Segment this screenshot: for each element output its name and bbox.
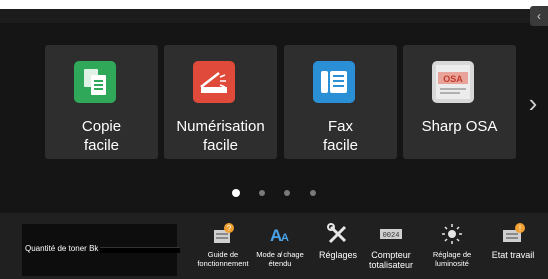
toner-color-code: Bk	[89, 244, 99, 253]
display-mode-button[interactable]: A A Mode a̸ chage étendu	[252, 218, 308, 278]
display-mode-icon: A A	[268, 222, 292, 251]
toner-panel: Quantité de toner Bk	[22, 224, 180, 276]
dock-label: Guide de fonctionnement	[197, 250, 249, 268]
svg-text:A: A	[281, 232, 289, 244]
settings-button[interactable]: Réglages	[314, 218, 362, 278]
dock-label: Réglage de luminosité	[432, 250, 472, 268]
svg-text:OSA: OSA	[443, 74, 463, 84]
copy-icon	[74, 61, 116, 103]
dock-label: Réglages	[318, 250, 358, 260]
scan-icon	[193, 61, 235, 103]
dock-label: Compteur totalisateur	[368, 250, 414, 270]
app-label: Sharp OSA	[421, 118, 498, 135]
app-tile-copie-facile[interactable]: Copie facile	[45, 45, 158, 159]
toner-label: Quantité de toner Bk	[25, 244, 99, 253]
brightness-icon	[440, 222, 464, 251]
dock-label: Mode a̸ chage étendu	[256, 250, 304, 268]
top-edge	[0, 0, 548, 9]
status-bar	[0, 9, 548, 23]
next-page-arrow-icon[interactable]: ›	[524, 88, 542, 118]
job-status-icon: !	[500, 222, 526, 251]
app-tile-numerisation-facile[interactable]: Numérisation facile	[164, 45, 277, 159]
counter-button[interactable]: 0024 Compteur totalisateur	[364, 218, 418, 278]
app-label: Fax facile	[322, 118, 359, 154]
counter-icon: 0024	[378, 222, 404, 251]
toner-level-bar	[100, 247, 180, 253]
app-label: Numérisation facile	[176, 118, 265, 154]
fax-icon	[313, 61, 355, 103]
osa-icon: OSA	[432, 61, 474, 103]
settings-icon	[326, 222, 350, 251]
menu-expand-icon[interactable]: ‹	[530, 6, 548, 26]
app-label: Copie facile	[81, 118, 122, 154]
svg-text:0024: 0024	[383, 232, 400, 240]
guide-icon: ?	[211, 222, 235, 251]
page-dot[interactable]	[284, 190, 290, 196]
brightness-button[interactable]: Réglage de luminosité	[424, 218, 480, 278]
page-dot[interactable]	[259, 190, 265, 196]
svg-text:?: ?	[227, 224, 232, 233]
guide-button[interactable]: ? Guide de fonctionnement	[190, 218, 256, 278]
home-screen: 10:15 ‹ Copie facile Numérisation facile	[0, 0, 548, 279]
svg-text:!: !	[519, 224, 521, 233]
app-tile-fax-facile[interactable]: Fax facile	[284, 45, 397, 159]
dock-label: Etat travail	[491, 250, 535, 260]
page-dot-active[interactable]	[232, 189, 240, 197]
job-status-button[interactable]: ! Etat travail	[482, 218, 544, 278]
app-tile-sharp-osa[interactable]: OSA Sharp OSA	[403, 45, 516, 159]
page-dot[interactable]	[310, 190, 316, 196]
